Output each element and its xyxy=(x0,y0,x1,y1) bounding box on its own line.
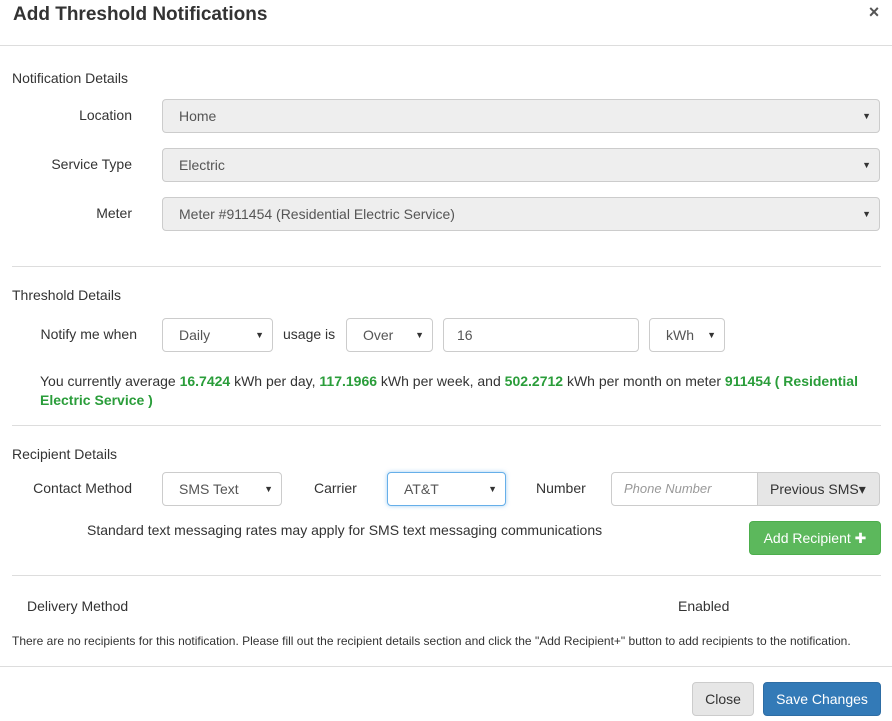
meter-select-value: Meter #911454 (Residential Electric Serv… xyxy=(179,206,455,222)
notification-details-heading: Notification Details xyxy=(12,70,128,86)
usage-average-info: You currently average 16.7424 kWh per da… xyxy=(40,372,870,410)
previous-sms-button[interactable]: Previous SMS▾ xyxy=(758,472,880,506)
notify-label: Notify me when xyxy=(40,326,137,342)
caret-down-icon: ▾ xyxy=(858,481,866,497)
carrier-select-value: AT&T xyxy=(404,481,439,497)
add-recipient-label: Add Recipient xyxy=(763,530,851,546)
info-day-value: 16.7424 xyxy=(179,373,231,389)
col-delivery-method: Delivery Method xyxy=(27,598,129,614)
location-select-value: Home xyxy=(179,108,217,124)
service-type-label: Service Type xyxy=(51,156,132,172)
usage-label: usage is xyxy=(283,326,336,342)
threshold-details-heading: Threshold Details xyxy=(12,287,121,303)
chevron-down-icon: ▼ xyxy=(264,484,273,494)
add-recipient-button[interactable]: Add Recipient ✚ xyxy=(749,521,881,555)
info-day-suffix: kWh per day, xyxy=(234,373,316,389)
section-divider xyxy=(12,575,881,576)
info-month-value: 502.2712 xyxy=(504,373,564,389)
unit-select-value: kWh xyxy=(666,327,694,343)
empty-recipients-message: There are no recipients for this notific… xyxy=(12,634,851,648)
chevron-down-icon: ▼ xyxy=(862,209,871,219)
chevron-down-icon: ▼ xyxy=(862,160,871,170)
info-week-value: 117.1966 xyxy=(319,373,378,389)
close-icon[interactable]: × xyxy=(866,2,882,23)
period-select[interactable]: Daily ▼ xyxy=(162,318,273,352)
rates-note: Standard text messaging rates may apply … xyxy=(87,522,603,538)
number-label: Number xyxy=(536,480,586,496)
meter-label: Meter xyxy=(96,205,132,221)
period-select-value: Daily xyxy=(179,327,211,343)
col-enabled: Enabled xyxy=(678,598,730,614)
location-label: Location xyxy=(79,107,132,123)
phone-number-input[interactable]: Phone Number xyxy=(611,472,758,506)
section-divider xyxy=(12,425,881,426)
save-changes-button[interactable]: Save Changes xyxy=(763,682,881,716)
chevron-down-icon: ▼ xyxy=(255,330,264,340)
previous-sms-label: Previous SMS xyxy=(770,481,859,497)
contact-method-label: Contact Method xyxy=(33,480,132,496)
carrier-label: Carrier xyxy=(314,480,357,496)
meter-select[interactable]: Meter #911454 (Residential Electric Serv… xyxy=(162,197,880,231)
comparison-select-value: Over xyxy=(363,327,394,343)
close-button[interactable]: Close xyxy=(692,682,754,716)
plus-icon: ✚ xyxy=(854,530,867,546)
header-divider xyxy=(0,45,892,46)
unit-select[interactable]: kWh ▼ xyxy=(649,318,725,352)
info-prefix: You currently average xyxy=(40,373,176,389)
info-week-suffix: kWh per week, and xyxy=(380,373,501,389)
carrier-select[interactable]: AT&T ▼ xyxy=(387,472,506,506)
recipient-details-heading: Recipient Details xyxy=(12,446,118,462)
footer-divider xyxy=(0,666,892,667)
chevron-down-icon: ▼ xyxy=(488,484,497,494)
info-month-suffix: kWh per month on meter xyxy=(566,373,722,389)
contact-method-select[interactable]: SMS Text ▼ xyxy=(162,472,282,506)
modal-title: Add Threshold Notifications xyxy=(13,4,268,25)
comparison-select[interactable]: Over ▼ xyxy=(346,318,433,352)
threshold-amount-input[interactable]: 16 xyxy=(443,318,639,352)
contact-method-select-value: SMS Text xyxy=(179,481,239,497)
section-divider xyxy=(12,266,881,267)
chevron-down-icon: ▼ xyxy=(862,111,871,121)
chevron-down-icon: ▼ xyxy=(707,330,716,340)
service-type-select[interactable]: Electric ▼ xyxy=(162,148,880,182)
location-select[interactable]: Home ▼ xyxy=(162,99,880,133)
chevron-down-icon: ▼ xyxy=(415,330,424,340)
service-type-select-value: Electric xyxy=(179,157,225,173)
